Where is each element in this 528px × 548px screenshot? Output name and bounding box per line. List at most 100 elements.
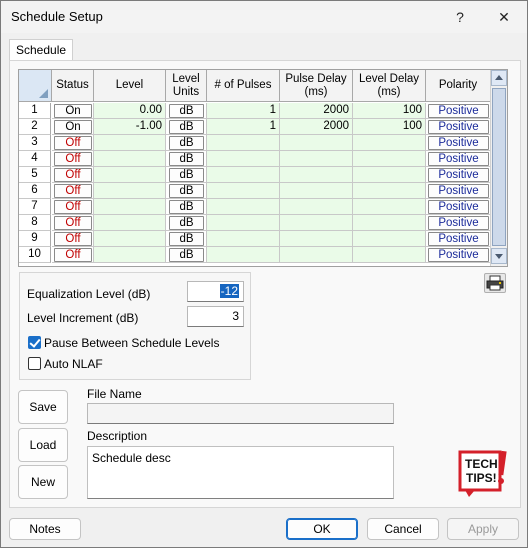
level-delay-cell[interactable] [353,135,426,151]
header-pulse-delay[interactable]: Pulse Delay (ms) [280,70,353,102]
cancel-button[interactable]: Cancel [367,518,439,540]
level-delay-cell[interactable] [353,183,426,199]
polarity-button[interactable]: Positive [428,216,489,230]
row-number[interactable]: 9 [19,231,51,247]
pulses-cell[interactable] [207,199,280,215]
auto-nlaf-checkbox[interactable] [28,357,41,370]
units-button[interactable]: dB [169,184,204,198]
level-delay-cell[interactable] [353,167,426,183]
pulses-cell[interactable] [207,231,280,247]
row-number[interactable]: 6 [19,183,51,199]
status-button[interactable]: Off [54,184,92,198]
pulse-delay-cell[interactable]: 2000 [280,103,353,119]
level-delay-cell[interactable] [353,199,426,215]
units-button[interactable]: dB [169,232,204,246]
units-button[interactable]: dB [169,152,204,166]
pause-checkbox[interactable] [28,336,41,349]
level-increment-input[interactable]: 3 [187,306,244,327]
units-button[interactable]: dB [169,200,204,214]
file-name-input[interactable] [87,403,394,424]
level-cell[interactable] [94,167,166,183]
units-button[interactable]: dB [169,168,204,182]
polarity-button[interactable]: Positive [428,232,489,246]
status-button[interactable]: Off [54,136,92,150]
status-button[interactable]: On [54,104,92,118]
row-number[interactable]: 2 [19,119,51,135]
tech-tips-icon[interactable]: TECH TIPS! [457,449,509,499]
level-cell[interactable] [94,151,166,167]
level-cell[interactable] [94,231,166,247]
polarity-button[interactable]: Positive [428,136,489,150]
header-status[interactable]: Status [52,70,94,102]
pulses-cell[interactable] [207,151,280,167]
row-number[interactable]: 4 [19,151,51,167]
status-button[interactable]: Off [54,248,92,262]
polarity-button[interactable]: Positive [428,248,489,262]
pulses-cell[interactable] [207,183,280,199]
scroll-down-icon[interactable] [491,248,507,264]
pulse-delay-cell[interactable] [280,135,353,151]
level-cell[interactable] [94,183,166,199]
pulses-cell[interactable]: 1 [207,119,280,135]
pulse-delay-cell[interactable] [280,183,353,199]
header-level[interactable]: Level [94,70,166,102]
level-delay-cell[interactable] [353,151,426,167]
header-pulses[interactable]: # of Pulses [207,70,280,102]
status-button[interactable]: Off [54,232,92,246]
new-button[interactable]: New [18,465,68,499]
header-polarity[interactable]: Polarity [426,70,491,102]
printer-icon[interactable] [484,273,506,293]
save-button[interactable]: Save [18,390,68,424]
level-cell[interactable]: 0.00 [94,103,166,119]
row-number[interactable]: 3 [19,135,51,151]
units-button[interactable]: dB [169,248,204,262]
pulses-cell[interactable] [207,167,280,183]
grid-corner[interactable] [19,70,52,102]
level-cell[interactable] [94,199,166,215]
level-cell[interactable] [94,215,166,231]
units-button[interactable]: dB [169,136,204,150]
status-button[interactable]: Off [54,152,92,166]
pause-label[interactable]: Pause Between Schedule Levels [44,336,219,350]
scroll-thumb[interactable] [492,88,506,246]
units-button[interactable]: dB [169,216,204,230]
level-delay-cell[interactable] [353,215,426,231]
level-cell[interactable] [94,135,166,151]
pulses-cell[interactable] [207,215,280,231]
polarity-button[interactable]: Positive [428,184,489,198]
grid-vertical-scrollbar[interactable] [490,70,507,266]
pulses-cell[interactable]: 1 [207,103,280,119]
status-button[interactable]: Off [54,216,92,230]
status-button[interactable]: On [54,120,92,134]
auto-nlaf-label[interactable]: Auto NLAF [44,357,103,371]
close-icon[interactable]: ✕ [491,5,517,29]
row-number[interactable]: 7 [19,199,51,215]
load-button[interactable]: Load [18,428,68,462]
level-delay-cell[interactable] [353,247,426,263]
pulse-delay-cell[interactable] [280,231,353,247]
level-delay-cell[interactable]: 100 [353,119,426,135]
ok-button[interactable]: OK [286,518,358,540]
polarity-button[interactable]: Positive [428,168,489,182]
header-level-units[interactable]: Level Units [166,70,207,102]
level-cell[interactable] [94,247,166,263]
eq-level-input[interactable]: -12 [187,281,244,302]
tab-schedule[interactable]: Schedule [9,39,74,61]
pulse-delay-cell[interactable] [280,215,353,231]
apply-button[interactable]: Apply [447,518,519,540]
polarity-button[interactable]: Positive [428,104,489,118]
header-level-delay[interactable]: Level Delay (ms) [353,70,426,102]
pulses-cell[interactable] [207,135,280,151]
units-button[interactable]: dB [169,120,204,134]
pulses-cell[interactable] [207,247,280,263]
pulse-delay-cell[interactable] [280,151,353,167]
level-delay-cell[interactable] [353,231,426,247]
scroll-up-icon[interactable] [491,70,507,86]
polarity-button[interactable]: Positive [428,120,489,134]
level-cell[interactable]: -1.00 [94,119,166,135]
pulse-delay-cell[interactable] [280,199,353,215]
description-textarea[interactable]: Schedule desc [87,446,394,499]
row-number[interactable]: 1 [19,103,51,119]
status-button[interactable]: Off [54,200,92,214]
polarity-button[interactable]: Positive [428,200,489,214]
